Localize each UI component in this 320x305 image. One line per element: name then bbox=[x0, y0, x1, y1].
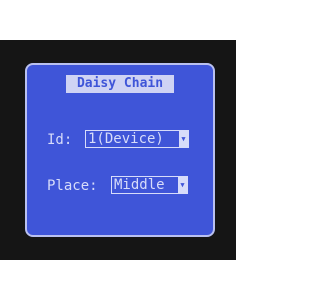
id-dropdown-value: 1(Device) bbox=[88, 131, 164, 147]
dropdown-arrow-icon[interactable]: ▼ bbox=[178, 177, 187, 193]
place-label: Place: bbox=[47, 178, 98, 194]
lcd-screen: Daisy Chain Id: 1(Device) ▼ Place: Middl… bbox=[25, 63, 215, 237]
place-dropdown[interactable]: Middle ▼ bbox=[111, 176, 188, 194]
id-label: Id: bbox=[47, 132, 73, 148]
place-dropdown-value: Middle bbox=[114, 177, 165, 193]
id-dropdown[interactable]: 1(Device) ▼ bbox=[85, 130, 189, 148]
screen-title: Daisy Chain bbox=[66, 75, 174, 93]
dropdown-arrow-icon[interactable]: ▼ bbox=[179, 131, 188, 147]
